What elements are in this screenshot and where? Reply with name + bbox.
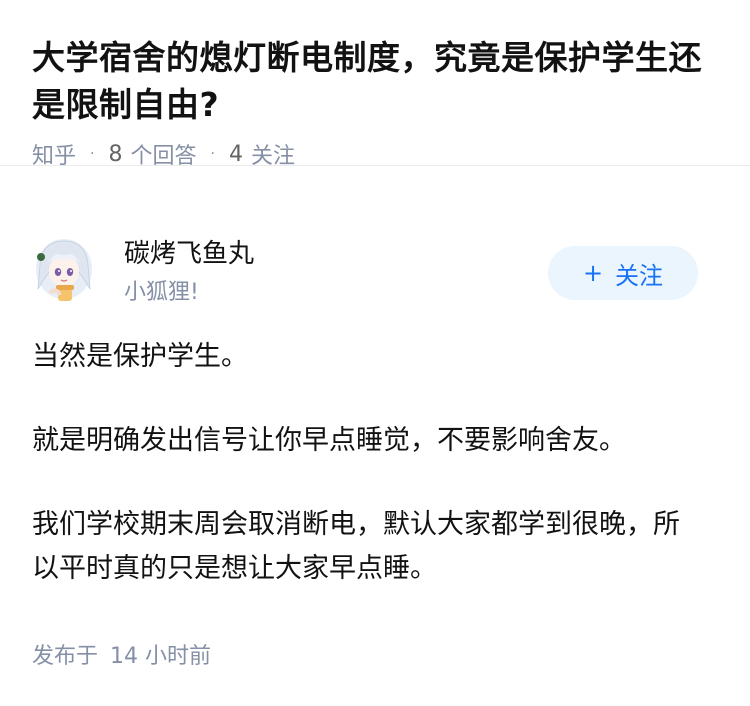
- author-bio: 小狐狸!: [124, 280, 199, 305]
- follower-count-label[interactable]: 关注: [251, 138, 295, 170]
- published-label: 发布于: [32, 644, 99, 669]
- answer-count: 8: [108, 141, 123, 167]
- avatar[interactable]: [32, 235, 96, 307]
- answer-paragraph: 当然是保护学生。: [32, 341, 248, 372]
- question-meta: 知乎 · 8 个回答 · 4 关注: [32, 138, 718, 170]
- question-title[interactable]: 大学宿舍的熄灯断电制度，究竟是保护学生还是限制自由?: [32, 34, 718, 128]
- answer-count-label[interactable]: 个回答: [130, 138, 196, 170]
- answer-paragraph: 就是明确发出信号让你早点睡觉，不要影响舍友。: [32, 425, 626, 456]
- source-label: 知乎: [32, 144, 77, 169]
- follow-button-label: 关注: [615, 261, 664, 290]
- author-card: 碳烤飞鱼丸 小狐狸! + 关注: [32, 235, 718, 311]
- author-name[interactable]: 碳烤飞鱼丸: [124, 235, 254, 273]
- answer-paragraph: 我们学校期末周会取消断电，默认大家都学到很晚，所以平时真的只是想让大家早点睡。: [32, 509, 680, 584]
- follower-count: 4: [228, 141, 243, 167]
- published-time: 14 小时前: [110, 644, 212, 669]
- plus-icon: +: [582, 259, 604, 287]
- avatar-image: [36, 239, 92, 301]
- question-header: 大学宿舍的熄灯断电制度，究竟是保护学生还是限制自由? 知乎 · 8 个回答 · …: [0, 0, 750, 169]
- answer-footer: 发布于 14 小时前: [32, 638, 211, 670]
- follow-button[interactable]: + 关注: [548, 246, 698, 300]
- answer-content: 当然是保护学生。 就是明确发出信号让你早点睡觉，不要影响舍友。 我们学校期末周会…: [32, 335, 692, 631]
- meta-separator: ·: [210, 146, 215, 162]
- meta-separator: ·: [90, 146, 95, 162]
